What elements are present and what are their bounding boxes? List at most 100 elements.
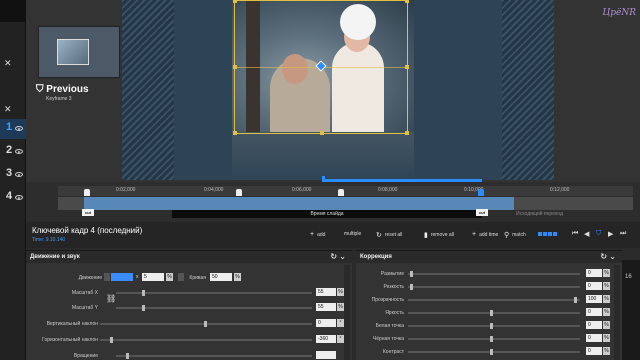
correction-slider[interactable] (408, 310, 580, 316)
scale-y-slider[interactable] (116, 305, 312, 311)
multiple-button[interactable]: multiple (344, 231, 361, 237)
correction-unit: % (603, 347, 610, 355)
reset-icon[interactable]: ↻ (330, 252, 337, 261)
correction-input[interactable]: 0 (586, 347, 602, 355)
watermark-logo: ЦрёNR (602, 8, 636, 18)
vertical-tilt-input[interactable]: 0 (316, 319, 336, 327)
rail-header (0, 0, 26, 22)
link-icon: ⚲ (504, 232, 510, 239)
timeline: 0:02,000 0:04,000 0:06,000 0:08,000 0:10… (26, 182, 640, 222)
timeline-ruler[interactable]: 0:02,000 0:04,000 0:06,000 0:08,000 0:10… (58, 186, 633, 196)
correction-input[interactable]: 0 (586, 334, 602, 342)
keyframe-time: Time: 9.10.140 (32, 237, 66, 243)
horizontal-tilt-unit: ° (337, 335, 344, 343)
keyframe-marker-3[interactable] (338, 189, 344, 196)
correction-input[interactable]: 0 (586, 269, 602, 277)
link-icon[interactable]: ⛓ (106, 294, 116, 303)
horizontal-tilt-row: Горизонтальный наклон -360 ° (26, 335, 352, 345)
correction-input[interactable]: 0 (586, 321, 602, 329)
movement-y-input[interactable]: 5 (142, 273, 164, 281)
correction-row: Прозрачность 100% (356, 295, 622, 305)
movement-x-prefix: x (136, 274, 139, 280)
vertical-tilt-slider[interactable] (100, 321, 312, 327)
correction-slider[interactable] (408, 271, 580, 277)
chevron-down-icon[interactable]: ⌄ (339, 252, 346, 261)
correction-panel-scrollbar[interactable] (614, 265, 620, 360)
correction-label: Размытие (380, 271, 404, 277)
curve-label: Кривая (189, 275, 206, 281)
correction-row: Белая точка 0% (356, 321, 622, 331)
scale-y-row: Масштаб Y 55 % (26, 303, 352, 313)
chevron-down-icon[interactable]: ⌄ (609, 252, 616, 261)
correction-slider[interactable] (408, 349, 580, 355)
motion-panel-header: Движение и звук ↻ ⌄ (26, 251, 352, 263)
layer-3-eye-icon[interactable] (15, 172, 23, 177)
correction-input[interactable]: 100 (586, 295, 602, 303)
slide-time-bar: Время слайда (172, 210, 482, 218)
current-keyframe-icon[interactable]: ⛉ (596, 230, 601, 238)
previous-keyframe-sub: Keyframe 3 (46, 96, 72, 102)
layer-4-eye-icon[interactable] (15, 195, 23, 200)
keyframe-marker-2[interactable] (236, 189, 242, 196)
correction-slider[interactable] (408, 323, 580, 329)
scale-y-input[interactable]: 55 (316, 303, 336, 311)
correction-slider[interactable] (408, 297, 580, 303)
cut-marker-end[interactable]: cut (476, 209, 488, 216)
right-strip-value: 16 (625, 274, 632, 280)
match-button[interactable]: ⚲ match (504, 231, 526, 239)
slide-track[interactable] (58, 197, 633, 210)
horizontal-tilt-input[interactable]: -360 (316, 335, 336, 343)
shield-icon: ⛉ (36, 84, 44, 95)
curve-unit: % (234, 273, 241, 281)
motion-panel-scrollbar[interactable] (344, 265, 350, 360)
correction-input[interactable]: 0 (586, 282, 602, 290)
next-keyframe-icon[interactable]: ▶ (608, 230, 613, 238)
reset-all-button[interactable]: ↻ reset all (376, 231, 402, 239)
movement-x-input[interactable] (111, 273, 133, 281)
keyframe-marker-4[interactable] (478, 189, 484, 196)
add-time-button[interactable]: + add time (472, 231, 498, 238)
layer-3-button[interactable]: 3 (6, 167, 12, 179)
vertical-tilt-unit: ° (337, 319, 344, 327)
correction-unit: % (603, 269, 610, 277)
motion-panel-title: Движение и звук (30, 254, 80, 260)
keyframe-marker-1[interactable] (84, 189, 90, 196)
correction-slider[interactable] (408, 336, 580, 342)
previous-keyframe-thumbnail[interactable] (38, 26, 120, 78)
slide-range[interactable] (84, 197, 514, 210)
previous-keyframe-icon[interactable]: ◀ (584, 230, 589, 238)
motion-panel: Движение и звук ↻ ⌄ Движение x 5 % Крива… (26, 250, 352, 360)
layer-2-eye-icon[interactable] (15, 149, 23, 154)
correction-input[interactable]: 0 (586, 308, 602, 316)
scale-x-slider[interactable] (116, 290, 312, 296)
layer-1-eye-icon[interactable] (15, 126, 23, 131)
reset-icon[interactable]: ↻ (600, 252, 607, 261)
remove-all-button[interactable]: ▮ remove all (424, 231, 454, 239)
horizontal-tilt-slider[interactable] (100, 337, 312, 343)
correction-slider[interactable] (408, 284, 580, 290)
scale-x-row: Масштаб X 55 % (26, 288, 352, 298)
tools-icon[interactable]: ✕ (4, 58, 12, 69)
correction-unit: % (603, 334, 610, 342)
first-keyframe-icon[interactable]: ⏮ (572, 230, 578, 238)
rotation-slider[interactable] (116, 353, 312, 359)
scale-x-label: Масштаб X (71, 290, 98, 296)
curve-input[interactable]: 50 (210, 273, 232, 281)
cut-marker-start[interactable]: cut (82, 209, 94, 216)
movement-curve-icon[interactable] (178, 273, 184, 281)
scale-x-input[interactable]: 55 (316, 288, 336, 296)
layer-4-button[interactable]: 4 (6, 190, 12, 202)
layer-1-button[interactable]: 1 (6, 121, 12, 133)
layer-2-button[interactable]: 2 (6, 144, 12, 156)
movement-link-icon[interactable] (104, 273, 110, 281)
rotation-input[interactable] (316, 351, 336, 359)
plus-icon: + (310, 231, 315, 238)
zoom-indicator[interactable] (538, 232, 557, 236)
scale-y-label: Масштаб Y (71, 305, 98, 311)
last-keyframe-icon[interactable]: ⏭ (620, 230, 626, 238)
correction-row: Размытие 0% (356, 269, 622, 279)
correction-label: Чёрная точка (372, 336, 404, 342)
add-keyframe-button[interactable]: + add (310, 231, 325, 238)
reset-icon: ↻ (376, 232, 382, 239)
layer-tools-icon[interactable]: ✕ (4, 104, 12, 115)
